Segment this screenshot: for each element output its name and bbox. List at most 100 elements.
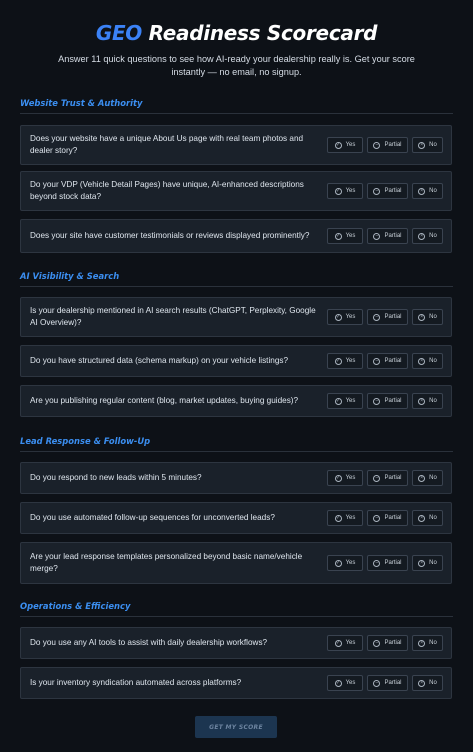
question-text: Is your dealership mentioned in AI searc… xyxy=(30,306,316,327)
answer-partial-button[interactable]: – Partial xyxy=(367,353,408,369)
answer-partial-button[interactable]: – Partial xyxy=(367,555,408,571)
x-icon: × xyxy=(418,357,426,365)
answer-label: Partial xyxy=(384,142,402,148)
answer-label: No xyxy=(429,142,437,148)
question-text: Are you publishing regular content (blog… xyxy=(30,396,299,405)
answer-label: No xyxy=(429,475,437,481)
answer-no-button[interactable]: × No xyxy=(412,675,443,691)
answer-label: No xyxy=(429,560,437,566)
answer-label: No xyxy=(429,680,437,686)
answer-label: Yes xyxy=(345,640,356,646)
answer-label: Yes xyxy=(345,314,356,320)
minus-icon: – xyxy=(373,187,381,195)
answer-partial-button[interactable]: – Partial xyxy=(367,228,408,244)
answer-partial-button[interactable]: – Partial xyxy=(367,470,408,486)
question-text: Is your inventory syndication automated … xyxy=(30,678,242,687)
answer-label: Yes xyxy=(345,515,356,521)
answer-label: Yes xyxy=(345,188,356,194)
answer-yes-button[interactable]: ✓ Yes xyxy=(327,353,363,369)
answer-partial-button[interactable]: – Partial xyxy=(367,137,408,153)
answer-yes-button[interactable]: ✓ Yes xyxy=(327,510,363,526)
intro-text: Answer 11 quick questions to see how AI-… xyxy=(58,54,415,77)
answer-yes-button[interactable]: ✓ Yes xyxy=(327,183,363,199)
x-icon: × xyxy=(418,313,426,321)
answer-no-button[interactable]: × No xyxy=(412,228,443,244)
answer-yes-button[interactable]: ✓ Yes xyxy=(327,137,363,153)
check-icon: ✓ xyxy=(334,141,342,149)
section-title: AI Visibility & Search xyxy=(20,271,453,287)
answer-no-button[interactable]: × No xyxy=(412,510,443,526)
minus-icon: – xyxy=(373,397,381,405)
answer-no-button[interactable]: × No xyxy=(412,393,443,409)
question-text: Do you respond to new leads within 5 min… xyxy=(30,473,202,482)
check-icon: ✓ xyxy=(334,357,342,365)
answer-label: Yes xyxy=(345,233,356,239)
answer-yes-button[interactable]: ✓ Yes xyxy=(327,393,363,409)
check-icon: ✓ xyxy=(334,514,342,522)
answer-options: ✓ Yes – Partial × No xyxy=(327,675,443,691)
answer-label: Partial xyxy=(384,314,402,320)
answer-partial-button[interactable]: – Partial xyxy=(367,510,408,526)
answer-label: Partial xyxy=(384,475,402,481)
answer-label: Partial xyxy=(384,233,402,239)
answer-label: Yes xyxy=(345,560,356,566)
answer-options: ✓ Yes – Partial × No xyxy=(327,309,443,325)
question-card: Does your site have customer testimonial… xyxy=(20,219,452,253)
minus-icon: – xyxy=(373,679,381,687)
answer-no-button[interactable]: × No xyxy=(412,137,443,153)
answer-label: No xyxy=(429,515,437,521)
x-icon: × xyxy=(418,679,426,687)
answer-no-button[interactable]: × No xyxy=(412,470,443,486)
answer-partial-button[interactable]: – Partial xyxy=(367,393,408,409)
x-icon: × xyxy=(418,474,426,482)
answer-label: Partial xyxy=(384,680,402,686)
answer-options: ✓ Yes – Partial × No xyxy=(327,555,443,571)
title-text: Readiness Scorecard xyxy=(142,21,378,45)
answer-partial-button[interactable]: – Partial xyxy=(367,675,408,691)
question-card: Do you use any AI tools to assist with d… xyxy=(20,627,452,659)
get-my-score-button[interactable]: GET MY SCORE xyxy=(195,716,277,738)
answer-no-button[interactable]: × No xyxy=(412,353,443,369)
question-card: Do your VDP (Vehicle Detail Pages) have … xyxy=(20,171,452,211)
answer-yes-button[interactable]: ✓ Yes xyxy=(327,309,363,325)
answer-options: ✓ Yes – Partial × No xyxy=(327,470,443,486)
check-icon: ✓ xyxy=(334,639,342,647)
answer-no-button[interactable]: × No xyxy=(412,183,443,199)
answer-no-button[interactable]: × No xyxy=(412,635,443,651)
check-icon: ✓ xyxy=(334,232,342,240)
check-icon: ✓ xyxy=(334,679,342,687)
answer-label: Yes xyxy=(345,142,356,148)
answer-label: Partial xyxy=(384,560,402,566)
answer-label: No xyxy=(429,358,437,364)
x-icon: × xyxy=(418,397,426,405)
answer-yes-button[interactable]: ✓ Yes xyxy=(327,635,363,651)
answer-partial-button[interactable]: – Partial xyxy=(367,183,408,199)
check-icon: ✓ xyxy=(334,187,342,195)
answer-options: ✓ Yes – Partial × No xyxy=(327,183,443,199)
minus-icon: – xyxy=(373,313,381,321)
answer-label: Partial xyxy=(384,515,402,521)
answer-partial-button[interactable]: – Partial xyxy=(367,309,408,325)
answer-label: No xyxy=(429,314,437,320)
answer-no-button[interactable]: × No xyxy=(412,555,443,571)
minus-icon: – xyxy=(373,559,381,567)
question-text: Do your VDP (Vehicle Detail Pages) have … xyxy=(30,180,304,201)
answer-yes-button[interactable]: ✓ Yes xyxy=(327,675,363,691)
answer-label: Yes xyxy=(345,358,356,364)
scorecard-page: GEO Readiness Scorecard Answer 11 quick … xyxy=(0,0,473,752)
answer-yes-button[interactable]: ✓ Yes xyxy=(327,555,363,571)
answer-options: ✓ Yes – Partial × No xyxy=(327,228,443,244)
minus-icon: – xyxy=(373,514,381,522)
answer-label: Yes xyxy=(345,680,356,686)
answer-label: No xyxy=(429,398,437,404)
question-text: Do you have structured data (schema mark… xyxy=(30,356,289,365)
answer-no-button[interactable]: × No xyxy=(412,309,443,325)
answer-yes-button[interactable]: ✓ Yes xyxy=(327,470,363,486)
check-icon: ✓ xyxy=(334,313,342,321)
question-text: Do you use any AI tools to assist with d… xyxy=(30,638,268,647)
question-text: Does your site have customer testimonial… xyxy=(30,231,310,240)
answer-partial-button[interactable]: – Partial xyxy=(367,635,408,651)
minus-icon: – xyxy=(373,141,381,149)
answer-yes-button[interactable]: ✓ Yes xyxy=(327,228,363,244)
answer-options: ✓ Yes – Partial × No xyxy=(327,510,443,526)
